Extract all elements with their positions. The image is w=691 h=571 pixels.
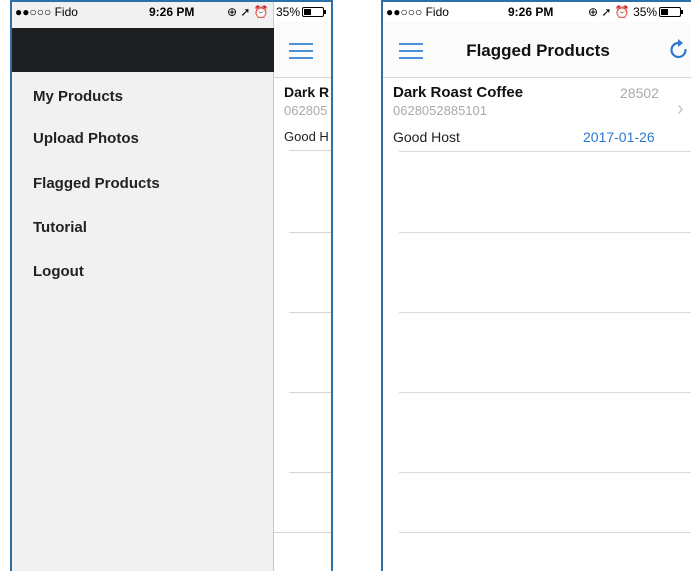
phone-left-screen: My Products Upload Photos Flagged Produc… xyxy=(10,0,333,571)
peek-barcode: 062805 xyxy=(284,103,328,118)
status-time: 9:26 PM xyxy=(149,5,195,19)
hamburger-icon[interactable] xyxy=(289,43,313,59)
peek-navbar xyxy=(274,22,331,78)
row-divider xyxy=(399,532,691,533)
product-list-row[interactable]: Dark Roast Coffee 28502 0628052885101 › … xyxy=(383,79,691,151)
row-divider xyxy=(289,150,331,151)
row-divider xyxy=(399,392,691,393)
menu-item-flagged-products[interactable]: Flagged Products xyxy=(33,175,160,192)
status-time: 9:26 PM xyxy=(508,5,554,19)
battery-percent: 35% xyxy=(633,5,658,19)
status-bar: ●●○○○ Fido 9:26 PM ⊕ ➚ ⏰ 35% xyxy=(12,2,331,22)
row-divider xyxy=(289,472,331,473)
phone-right-screen: ●●○○○ Fido 9:26 PM ⊕ ➚ ⏰ 35% Flagged Pro… xyxy=(381,0,691,571)
row-divider xyxy=(399,312,691,313)
battery-icon xyxy=(302,7,327,17)
side-drawer: My Products Upload Photos Flagged Produc… xyxy=(12,2,274,571)
location-icon: ⊕ ➚ ⏰ xyxy=(588,5,630,19)
row-divider xyxy=(289,232,331,233)
product-id: 28502 xyxy=(620,85,659,101)
status-bar: ●●○○○ Fido 9:26 PM ⊕ ➚ ⏰ 35% xyxy=(383,2,691,22)
status-icons: ⊕ ➚ ⏰ 35% xyxy=(588,5,684,19)
product-barcode: 0628052885101 xyxy=(393,103,487,118)
carrier-label: ●●○○○ Fido xyxy=(386,5,449,19)
battery-icon xyxy=(659,7,684,17)
carrier-label: ●●○○○ Fido xyxy=(15,5,78,19)
battery-percent: 35% xyxy=(276,5,301,19)
row-divider xyxy=(289,312,331,313)
host-name: Good Host xyxy=(393,129,460,145)
menu-item-upload-photos[interactable]: Upload Photos xyxy=(33,130,139,147)
drawer-header xyxy=(12,28,274,72)
row-divider xyxy=(289,392,331,393)
status-icons: ⊕ ➚ ⏰ xyxy=(227,5,269,19)
chevron-right-icon: › xyxy=(677,98,684,120)
row-divider xyxy=(274,532,331,533)
main-content-peek[interactable]: Dark R 062805 Good H xyxy=(274,2,331,571)
battery-indicator: 35% xyxy=(276,5,327,19)
page-title: Flagged Products xyxy=(466,41,610,60)
row-divider xyxy=(399,472,691,473)
menu-item-logout[interactable]: Logout xyxy=(33,263,84,280)
menu-item-my-products[interactable]: My Products xyxy=(33,88,123,105)
peek-product-name: Dark R xyxy=(284,84,330,100)
menu-item-tutorial[interactable]: Tutorial xyxy=(33,219,87,236)
product-name: Dark Roast Coffee xyxy=(393,84,524,101)
peek-host: Good H xyxy=(284,129,329,144)
row-divider xyxy=(399,151,691,152)
flagged-date: 2017-01-26 xyxy=(583,129,655,145)
row-divider xyxy=(399,232,691,233)
refresh-icon[interactable] xyxy=(668,39,690,61)
location-icon: ⊕ ➚ ⏰ xyxy=(227,5,269,19)
navigation-bar: Flagged Products xyxy=(383,22,691,78)
